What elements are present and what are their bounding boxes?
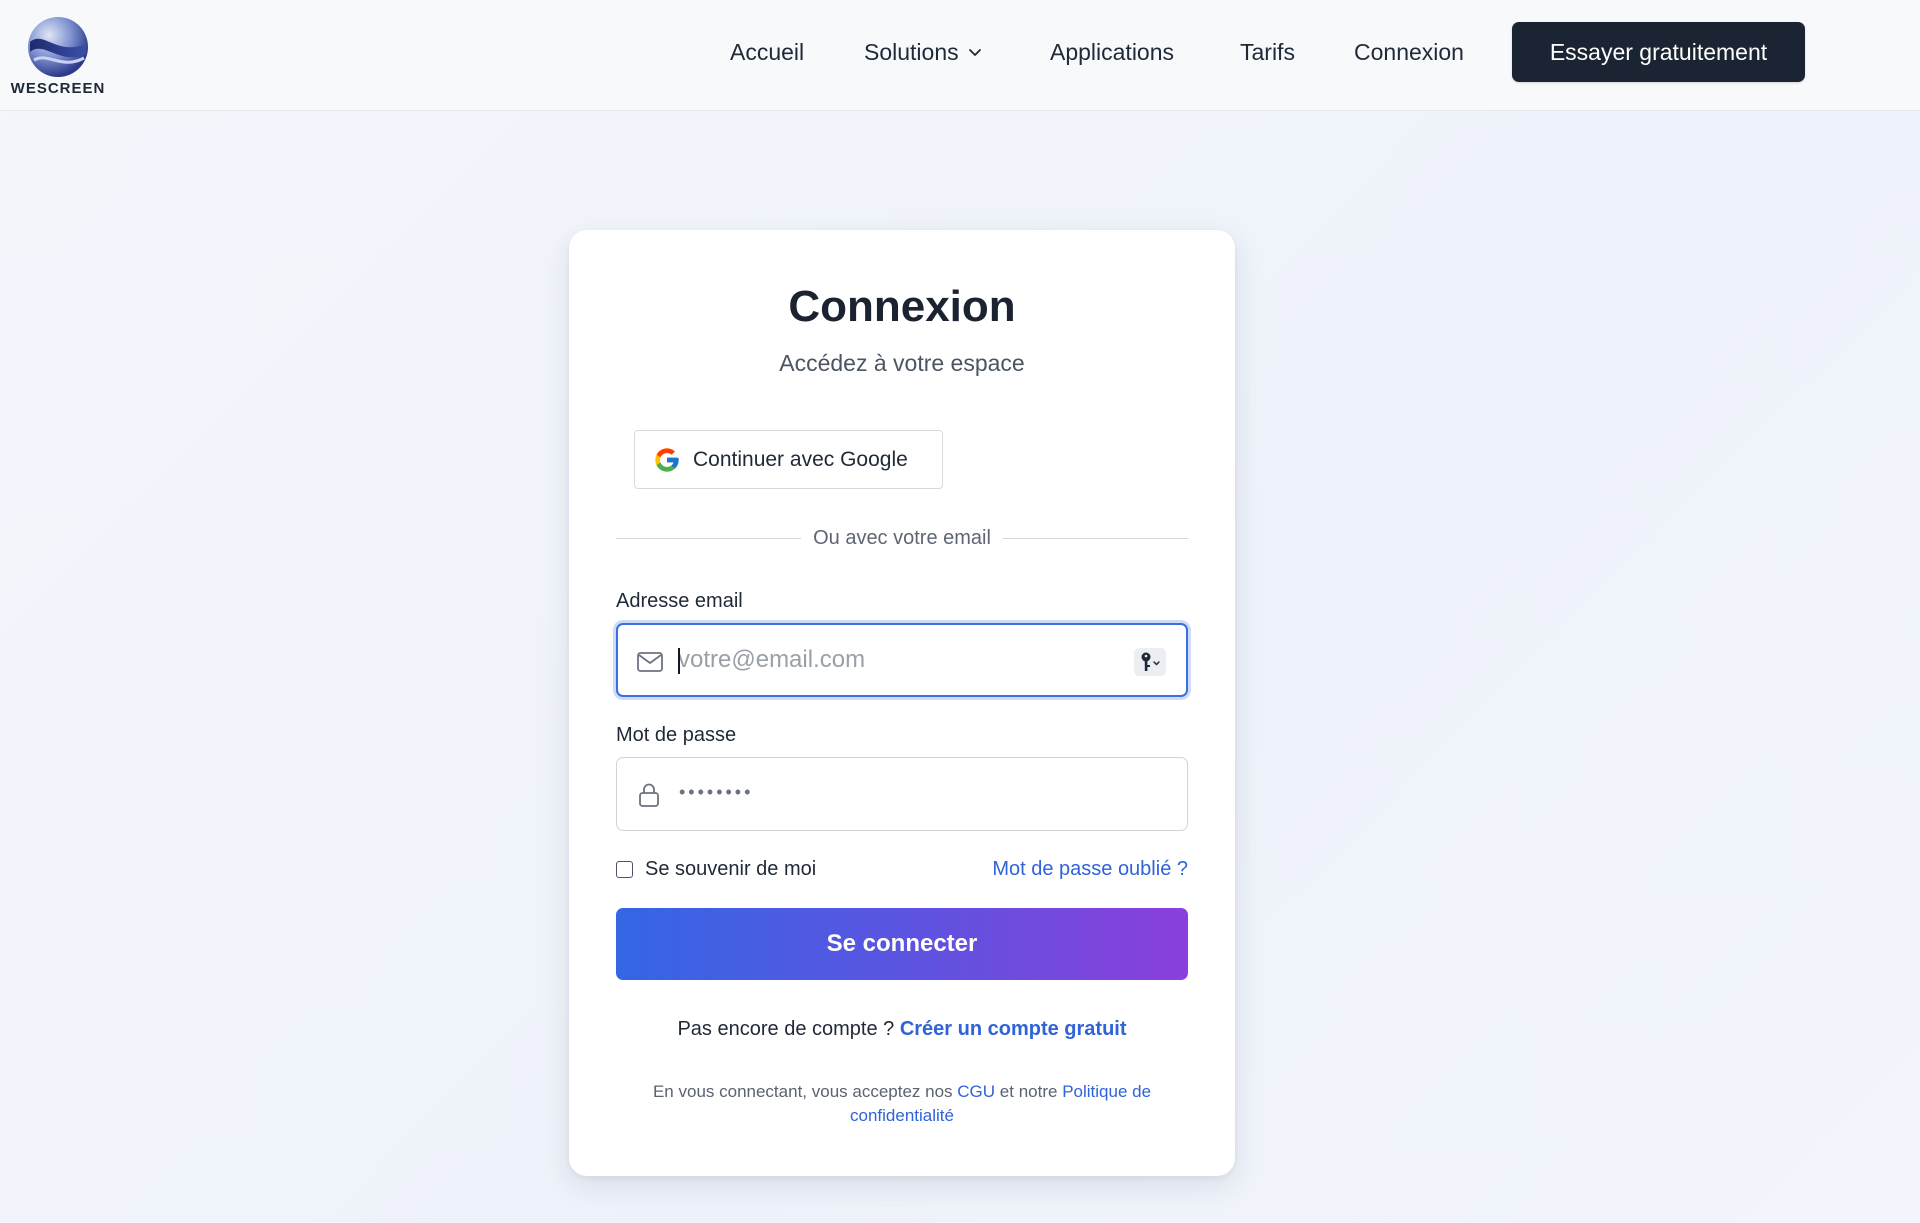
login-card: Connexion Accédez à votre espace Continu… (569, 230, 1235, 1176)
divider-text: Ou avec votre email (813, 526, 991, 549)
remember-me[interactable]: Se souvenir de moi (616, 858, 816, 881)
mail-icon (637, 652, 663, 672)
cgu-link[interactable]: CGU (957, 1082, 995, 1101)
signup-prompt: Pas encore de compte ? Créer un compte g… (569, 1018, 1235, 1041)
lock-icon (639, 783, 659, 807)
login-submit-button[interactable]: Se connecter (616, 908, 1188, 980)
try-free-button[interactable]: Essayer gratuitement (1512, 22, 1805, 82)
text-caret (678, 648, 680, 674)
remember-label: Se souvenir de moi (645, 858, 817, 880)
nav-solutions-label: Solutions (864, 39, 959, 65)
google-signin-button[interactable]: Continuer avec Google (634, 430, 943, 489)
site-header: WESCREEN Accueil Solutions Applications … (0, 0, 1920, 111)
key-icon (1141, 652, 1160, 671)
email-field-wrapper (616, 623, 1188, 697)
page-title: Connexion (788, 282, 1016, 331)
password-label: Mot de passe (616, 724, 737, 746)
divider: Ou avec votre email (616, 524, 1189, 552)
email-input[interactable] (678, 625, 1118, 695)
terms-notice: En vous connectant, vous acceptez nos CG… (609, 1080, 1195, 1128)
password-manager-button[interactable] (1134, 648, 1166, 676)
email-label: Adresse email (616, 590, 743, 612)
google-signin-label: Continuer avec Google (693, 447, 908, 471)
divider-line-right (1002, 537, 1189, 539)
terms-prefix: En vous connectant, vous acceptez nos (652, 1082, 953, 1101)
terms-and: et notre (999, 1082, 1058, 1101)
nav-tarifs[interactable]: Tarifs (1240, 38, 1295, 66)
google-icon (655, 447, 679, 472)
password-field-wrapper[interactable]: •••••••• (616, 757, 1188, 831)
nav-applications[interactable]: Applications (1050, 38, 1174, 66)
nav-solutions[interactable]: Solutions (864, 38, 983, 66)
nav-connexion[interactable]: Connexion (1354, 38, 1464, 66)
chevron-down-icon (968, 49, 981, 56)
password-input[interactable]: •••••••• (679, 782, 753, 803)
nav-accueil[interactable]: Accueil (730, 38, 804, 66)
create-account-link[interactable]: Créer un compte gratuit (900, 1018, 1127, 1040)
signup-prompt-text: Pas encore de compte ? (677, 1018, 895, 1040)
page-subtitle: Accédez à votre espace (779, 350, 1025, 376)
forgot-password-link[interactable]: Mot de passe oublié ? (992, 858, 1188, 881)
divider-line-left (616, 537, 802, 539)
remember-checkbox[interactable] (616, 861, 633, 878)
